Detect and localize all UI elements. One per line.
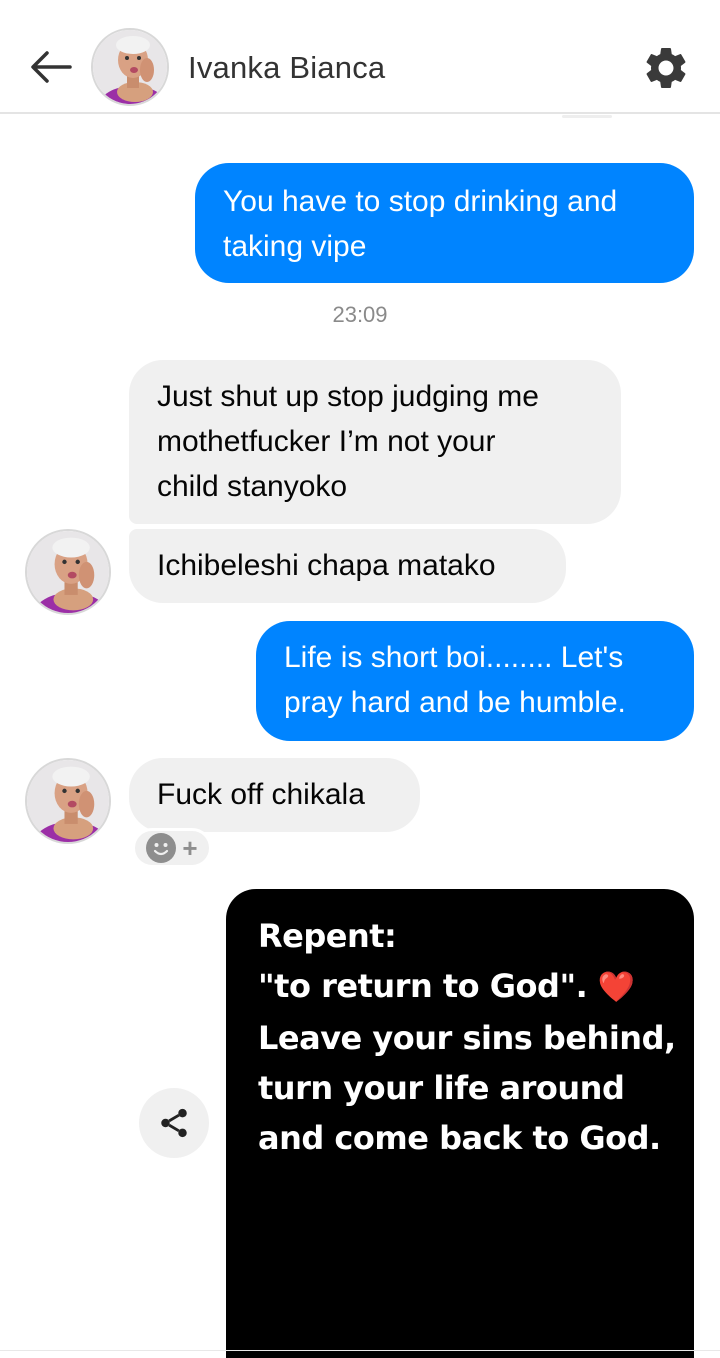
message-timestamp: 23:09 bbox=[332, 302, 388, 327]
message-line: Ichibeleshi chapa matako bbox=[157, 549, 496, 582]
message-line: child stanyoko bbox=[157, 470, 348, 503]
contact-avatar[interactable] bbox=[91, 28, 169, 106]
message-bubble-outgoing[interactable]: Life is short boi........ Let's pray har… bbox=[256, 621, 694, 741]
divider bbox=[0, 1350, 720, 1351]
share-icon bbox=[161, 1108, 187, 1138]
image-line: and come back to God. bbox=[258, 1119, 661, 1157]
add-reaction-button[interactable]: + bbox=[132, 828, 212, 868]
message-bubble-outgoing[interactable]: You have to stop drinking and taking vip… bbox=[195, 163, 694, 283]
smiley-add-reaction-icon bbox=[146, 833, 177, 863]
heart-emoji: ❤️ bbox=[597, 970, 635, 1005]
message-line: Life is short boi........ Let's bbox=[284, 641, 624, 674]
contact-name[interactable]: Ivanka Bianca bbox=[188, 50, 385, 86]
plus-label: + bbox=[182, 833, 198, 863]
message-bubble-incoming[interactable]: Just shut up stop judging me mothetfucke… bbox=[129, 360, 621, 524]
message-bubble-incoming[interactable]: Ichibeleshi chapa matako bbox=[129, 529, 566, 603]
image-line: turn your life around bbox=[258, 1069, 625, 1107]
image-message-text: Repent: "to return to God". ❤️ Leave you… bbox=[258, 911, 688, 1163]
message-line: mothetfucker I’m not your bbox=[157, 425, 496, 458]
image-line: Repent: bbox=[258, 917, 397, 955]
message-line: Fuck off chikala bbox=[157, 778, 365, 811]
settings-button[interactable] bbox=[638, 40, 694, 96]
gear-icon bbox=[646, 47, 686, 88]
arrow-left-icon bbox=[31, 51, 72, 83]
share-button[interactable] bbox=[139, 1088, 209, 1158]
message-line: You have to stop drinking and bbox=[223, 185, 618, 218]
image-line: "to return to God". ❤️ bbox=[258, 961, 688, 1013]
image-line: Leave your sins behind, bbox=[258, 1019, 676, 1057]
conversation-header: Ivanka Bianca bbox=[0, 0, 720, 114]
message-bubble-incoming[interactable]: Fuck off chikala bbox=[129, 758, 420, 832]
sender-avatar[interactable] bbox=[25, 529, 111, 615]
message-line: pray hard and be humble. bbox=[284, 686, 626, 719]
message-line: Just shut up stop judging me bbox=[157, 380, 539, 413]
message-line: taking vipe bbox=[223, 230, 367, 263]
scroll-indicator bbox=[562, 115, 612, 118]
back-button[interactable] bbox=[26, 44, 76, 90]
image-message[interactable]: Repent: "to return to God". ❤️ Leave you… bbox=[226, 889, 694, 1358]
sender-avatar[interactable] bbox=[25, 758, 111, 844]
